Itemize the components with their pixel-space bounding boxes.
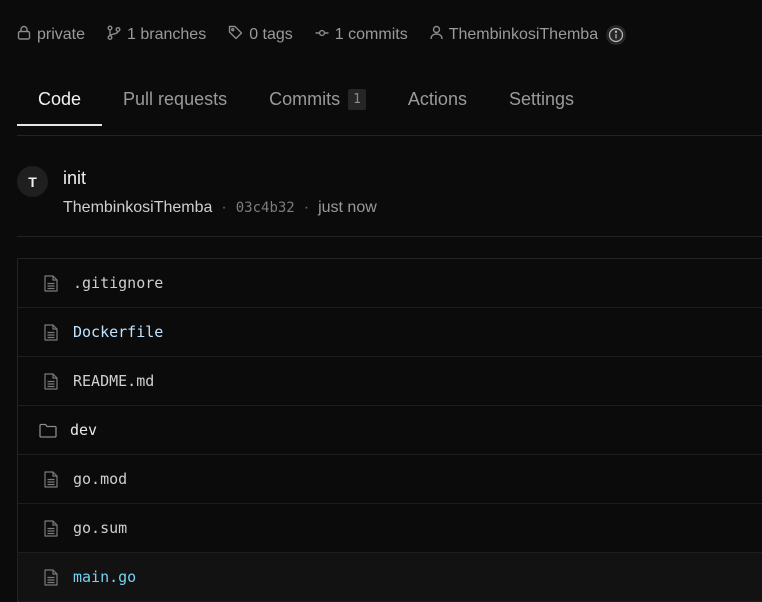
owner-link[interactable]: ThembinkosiThemba — [430, 25, 598, 45]
branches-link[interactable]: 1 branches — [107, 25, 206, 46]
folder-row-dev[interactable]: dev — [18, 406, 762, 455]
avatar[interactable]: T — [17, 166, 48, 197]
user-icon — [430, 25, 449, 45]
file-list: .gitignore Dockerfile README.md dev go.m… — [17, 258, 762, 602]
repo-page: private 1 branches 0 tags 1 commits Them… — [0, 0, 762, 602]
visibility-indicator: private — [17, 25, 85, 45]
meta-separator: · — [221, 199, 227, 216]
commit-message[interactable]: init — [63, 168, 86, 189]
file-row-go-sum[interactable]: go.sum — [18, 504, 762, 553]
commit-author[interactable]: ThembinkosiThemba — [63, 199, 212, 217]
file-name: go.sum — [73, 519, 128, 537]
file-row-main-go[interactable]: main.go — [18, 553, 762, 602]
file-row-gitignore[interactable]: .gitignore — [18, 259, 762, 308]
tab-code[interactable]: Code — [17, 72, 103, 126]
commits-link[interactable]: 1 commits — [315, 26, 408, 45]
tab-label: Pull requests — [123, 88, 228, 109]
file-icon — [42, 323, 60, 341]
tab-actions[interactable]: Actions — [387, 72, 488, 126]
file-name: Dockerfile — [73, 323, 164, 341]
tab-label: Code — [38, 88, 82, 109]
file-icon — [42, 568, 60, 586]
commits-count: 1 commits — [334, 26, 408, 43]
commit-icon — [315, 26, 335, 45]
file-row-readme[interactable]: README.md — [18, 357, 762, 406]
tab-pull-requests[interactable]: Pull requests — [102, 72, 248, 126]
file-row-dockerfile[interactable]: Dockerfile — [18, 308, 762, 357]
file-icon — [42, 470, 60, 488]
owner-name: ThembinkosiThemba — [448, 26, 599, 43]
file-icon — [42, 274, 60, 292]
tag-icon — [228, 25, 249, 45]
file-name: main.go — [73, 568, 137, 586]
commits-count-badge: 1 — [348, 88, 366, 110]
lock-icon — [17, 25, 37, 45]
file-name: .gitignore — [73, 274, 164, 292]
file-name: go.mod — [73, 470, 128, 488]
file-icon — [42, 372, 60, 390]
file-icon — [42, 519, 60, 537]
branch-icon — [107, 25, 127, 46]
tab-settings[interactable]: Settings — [488, 72, 595, 126]
tab-label: Settings — [508, 88, 574, 109]
file-name: README.md — [73, 372, 155, 390]
commit-divider — [17, 236, 762, 237]
commit-meta: ThembinkosiThemba · 03c4b32 · just now — [63, 199, 377, 217]
visibility-label: private — [37, 26, 86, 43]
tabs-divider — [17, 135, 762, 136]
commit-sha[interactable]: 03c4b32 — [236, 200, 295, 216]
file-row-go-mod[interactable]: go.mod — [18, 455, 762, 504]
tags-link[interactable]: 0 tags — [228, 25, 293, 45]
commit-time: just now — [318, 199, 377, 216]
folder-name: dev — [70, 421, 98, 439]
repo-tabs: Code Pull requests Commits 1 Actions Set… — [17, 72, 595, 126]
folder-icon — [38, 423, 58, 438]
tab-commits[interactable]: Commits 1 — [248, 72, 387, 126]
repo-meta-row: private 1 branches 0 tags 1 commits Them… — [17, 24, 627, 46]
meta-separator: · — [303, 199, 310, 216]
tab-label: Commits — [269, 88, 341, 109]
tab-label: Actions — [407, 88, 467, 109]
info-icon[interactable] — [606, 25, 627, 45]
tags-count: 0 tags — [249, 26, 293, 43]
branches-count: 1 branches — [127, 26, 207, 43]
